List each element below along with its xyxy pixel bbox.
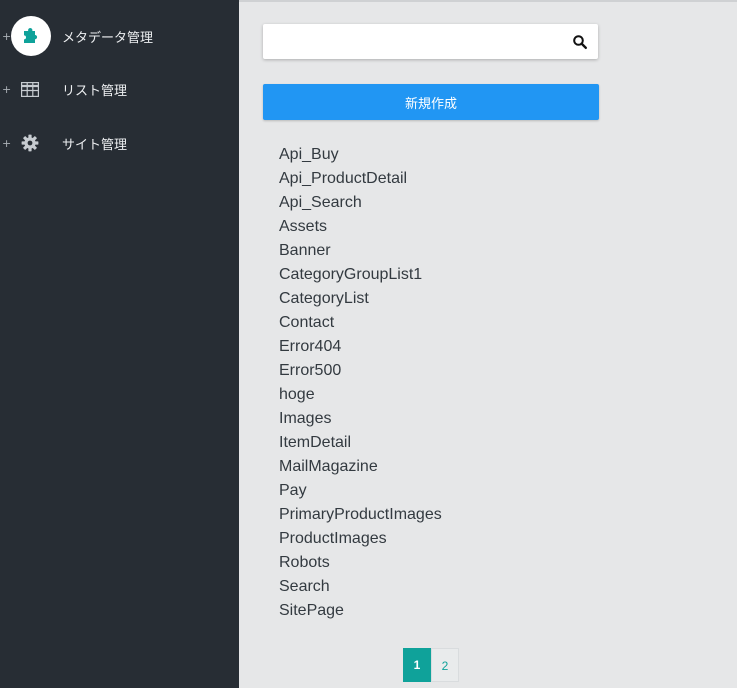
list-item[interactable]: Search bbox=[279, 575, 442, 599]
table-icon bbox=[12, 71, 48, 107]
list-item[interactable]: CategoryList bbox=[279, 287, 442, 311]
puzzle-icon bbox=[11, 16, 51, 56]
expand-icon[interactable]: + bbox=[2, 138, 11, 149]
list-item[interactable]: MailMagazine bbox=[279, 455, 442, 479]
list-item[interactable]: ItemDetail bbox=[279, 431, 442, 455]
top-divider bbox=[239, 0, 737, 2]
search-box bbox=[263, 24, 598, 59]
sidebar-item-metadata[interactable]: + メタデータ管理 bbox=[0, 16, 239, 56]
expand-icon[interactable]: + bbox=[2, 84, 11, 95]
list-item[interactable]: PrimaryProductImages bbox=[279, 503, 442, 527]
page-button-1[interactable]: 1 bbox=[403, 648, 431, 682]
search-icon[interactable] bbox=[572, 34, 588, 50]
list-item[interactable]: Error404 bbox=[279, 335, 442, 359]
metadata-list: Api_Buy Api_ProductDetail Api_Search Assets… bbox=[279, 143, 442, 623]
expand-icon[interactable]: + bbox=[2, 31, 11, 42]
page-button-2[interactable]: 2 bbox=[431, 648, 459, 682]
list-item[interactable]: Robots bbox=[279, 551, 442, 575]
pagination: 12 bbox=[403, 648, 459, 682]
list-item[interactable]: Contact bbox=[279, 311, 442, 335]
list-item[interactable]: Api_Search bbox=[279, 191, 442, 215]
sidebar-item-lists[interactable]: + リスト管理 bbox=[0, 69, 239, 109]
sidebar-item-site[interactable]: + サイト管理 bbox=[0, 123, 239, 163]
list-item[interactable]: hoge bbox=[279, 383, 442, 407]
list-item[interactable]: Api_Buy bbox=[279, 143, 442, 167]
sidebar: + メタデータ管理 + リスト管理 + サイト管理 bbox=[0, 0, 239, 688]
list-item[interactable]: CategoryGroupList1 bbox=[279, 263, 442, 287]
list-item[interactable]: Banner bbox=[279, 239, 442, 263]
sidebar-item-label: サイト管理 bbox=[62, 137, 128, 153]
list-item[interactable]: SitePage bbox=[279, 599, 442, 623]
sidebar-item-label: メタデータ管理 bbox=[62, 30, 154, 46]
sidebar-item-label: リスト管理 bbox=[62, 83, 128, 99]
list-item[interactable]: Assets bbox=[279, 215, 442, 239]
list-item[interactable]: Images bbox=[279, 407, 442, 431]
create-new-button[interactable]: 新規作成 bbox=[263, 84, 599, 120]
list-item[interactable]: Pay bbox=[279, 479, 442, 503]
list-item[interactable]: Error500 bbox=[279, 359, 442, 383]
list-item[interactable]: Api_ProductDetail bbox=[279, 167, 442, 191]
list-item[interactable]: ProductImages bbox=[279, 527, 442, 551]
search-input[interactable] bbox=[263, 24, 558, 59]
gear-icon bbox=[12, 125, 48, 161]
